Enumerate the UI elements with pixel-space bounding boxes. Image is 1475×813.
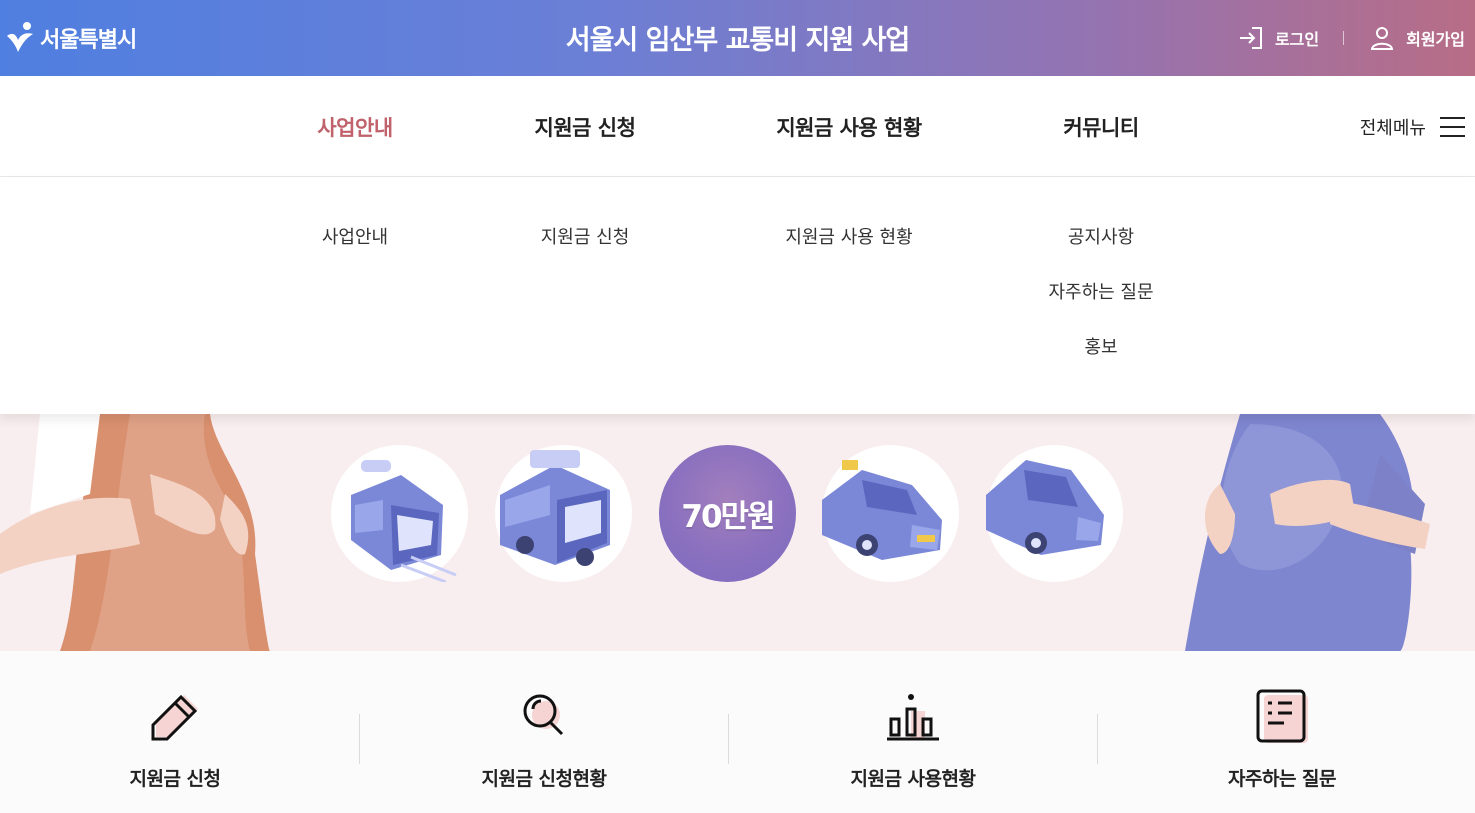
submenu-usage-status[interactable]: 지원금 사용 현황 — [785, 223, 912, 249]
bus-circle — [495, 445, 632, 582]
top-actions: 로그인 회원가입 — [1237, 24, 1465, 52]
subway-circle — [331, 445, 468, 584]
nav-business-info[interactable]: 사업안내 — [317, 112, 393, 142]
submenu-promotion[interactable]: 홍보 — [1084, 333, 1117, 359]
quick-apply-status-label: 지원금 신청현황 — [481, 768, 607, 790]
quick-faq-label: 자주하는 질문 — [1228, 768, 1337, 790]
taxi-icon — [822, 460, 942, 560]
car-icon — [986, 460, 1104, 555]
nav-apply[interactable]: 지원금 신청 — [535, 112, 636, 142]
quick-links: 지원금 신청 지원금 신청현황 지원금 사용현황 자주하는 질문 — [0, 651, 1475, 813]
signup-label: 회원가입 — [1406, 30, 1465, 49]
taxi-circle — [822, 445, 959, 582]
main-nav: 사업안내 지원금 신청 지원금 사용 현황 커뮤니티 전체메뉴 — [0, 76, 1475, 177]
all-menu-label: 전체메뉴 — [1359, 118, 1426, 139]
quick-faq[interactable]: 자주하는 질문 — [1098, 651, 1466, 813]
document-icon — [1256, 689, 1308, 743]
submenu-faq[interactable]: 자주하는 질문 — [1048, 278, 1153, 304]
nav-community[interactable]: 커뮤니티 — [1063, 112, 1139, 142]
submenu-business-info[interactable]: 사업안내 — [322, 223, 388, 249]
top-bar: 서울특별시 서울시 임산부 교통비 지원 사업 로그인 회원가입 — [0, 0, 1475, 76]
submenu-panel: 사업안내 지원금 신청 지원금 사용 현황 공지사항 자주하는 질문 홍보 — [0, 177, 1475, 414]
submenu-notice[interactable]: 공지사항 — [1068, 223, 1134, 249]
amount-circle: 70만원 — [659, 445, 796, 582]
hamburger-icon — [1440, 117, 1465, 137]
quick-apply-label: 지원금 신청 — [129, 768, 221, 790]
bar-chart-icon — [887, 694, 939, 741]
support-amount: 70만원 — [681, 499, 775, 535]
quick-apply-status[interactable]: 지원금 신청현황 — [360, 651, 728, 813]
magnifier-icon — [523, 694, 564, 736]
car-circle — [986, 445, 1123, 582]
quick-usage-status-label: 지원금 사용현황 — [850, 768, 976, 790]
bus-icon — [500, 450, 610, 566]
pencil-icon — [151, 694, 198, 741]
pregnant-woman-illustration-right — [1185, 414, 1430, 651]
signup-link[interactable]: 회원가입 — [1368, 24, 1465, 52]
top-divider — [1343, 31, 1345, 45]
quick-usage-status[interactable]: 지원금 사용현황 — [729, 651, 1097, 813]
submenu-apply[interactable]: 지원금 신청 — [541, 223, 630, 249]
nav-usage-status[interactable]: 지원금 사용 현황 — [776, 112, 922, 142]
all-menu-button[interactable]: 전체메뉴 — [1360, 114, 1465, 140]
login-label: 로그인 — [1274, 30, 1320, 49]
subway-icon — [351, 460, 457, 584]
user-icon — [1370, 27, 1394, 50]
quick-apply[interactable]: 지원금 신청 — [0, 651, 359, 813]
hero-banner: 70만원 — [0, 414, 1475, 651]
pregnant-woman-illustration — [0, 414, 270, 651]
login-icon — [1239, 27, 1262, 49]
login-link[interactable]: 로그인 — [1237, 24, 1319, 52]
